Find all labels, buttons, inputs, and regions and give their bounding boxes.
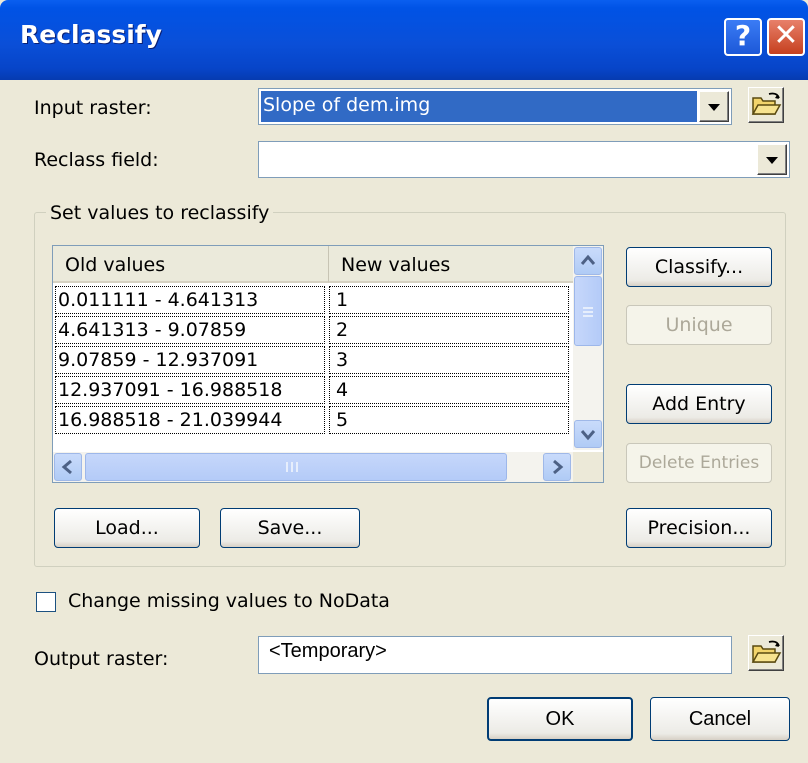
open-folder-icon <box>751 640 782 663</box>
column-header-old[interactable]: Old values <box>53 246 329 283</box>
classify-button[interactable]: Classify... <box>626 247 772 287</box>
scroll-corner <box>573 452 603 482</box>
scroll-down-button[interactable] <box>574 420 602 448</box>
output-raster-label: Output raster: <box>34 648 169 670</box>
load-button[interactable]: Load... <box>54 508 200 548</box>
output-raster-input[interactable]: <Temporary> <box>258 636 732 674</box>
reclass-table[interactable]: Old values New values 0.011111 - 4.64131… <box>52 245 604 483</box>
add-entry-button[interactable]: Add Entry <box>626 384 772 424</box>
input-raster-label: Input raster: <box>34 97 152 119</box>
reclass-field-label: Reclass field: <box>34 149 159 171</box>
vertical-scrollbar[interactable] <box>573 246 603 450</box>
new-value-cell[interactable]: 3 <box>329 346 569 374</box>
column-header-new[interactable]: New values <box>329 246 573 283</box>
new-value-cell[interactable]: 5 <box>329 406 569 434</box>
open-folder-icon <box>751 92 782 115</box>
precision-button[interactable]: Precision... <box>626 508 772 548</box>
close-icon[interactable]: ✕ <box>767 18 805 56</box>
window-title: Reclassify <box>20 20 162 49</box>
group-label: Set values to reclassify <box>46 202 274 224</box>
table-row[interactable]: 0.011111 - 4.641313 1 <box>53 285 573 315</box>
unique-button[interactable]: Unique <box>626 305 772 345</box>
old-value-cell[interactable]: 9.07859 - 12.937091 <box>55 346 325 374</box>
delete-entries-button[interactable]: Delete Entries <box>626 443 772 483</box>
horizontal-scrollbar[interactable] <box>53 452 573 482</box>
table-row[interactable]: 9.07859 - 12.937091 3 <box>53 345 573 375</box>
save-button[interactable]: Save... <box>220 508 360 548</box>
chevron-right-icon <box>553 459 564 475</box>
scroll-right-button[interactable] <box>543 453 571 481</box>
old-value-cell[interactable]: 0.011111 - 4.641313 <box>55 286 325 314</box>
missing-nodata-checkbox[interactable] <box>36 592 56 612</box>
table-row[interactable]: 16.988518 - 21.039944 5 <box>53 405 573 435</box>
cancel-button[interactable]: Cancel <box>650 697 790 741</box>
vertical-scroll-thumb[interactable] <box>574 276 602 346</box>
chevron-down-icon[interactable] <box>699 91 729 122</box>
table-row[interactable]: 4.641313 - 9.07859 2 <box>53 315 573 345</box>
output-raster-value: <Temporary> <box>269 640 387 662</box>
reclass-field-combo[interactable] <box>258 141 790 178</box>
old-value-cell[interactable]: 4.641313 - 9.07859 <box>55 316 325 344</box>
missing-nodata-label: Change missing values to NoData <box>68 590 390 612</box>
scroll-left-button[interactable] <box>54 453 82 481</box>
scroll-up-button[interactable] <box>574 247 602 275</box>
new-value-cell[interactable]: 2 <box>329 316 569 344</box>
help-icon[interactable]: ? <box>724 18 762 56</box>
input-folder-button[interactable] <box>748 87 784 123</box>
ok-button[interactable]: OK <box>487 697 633 741</box>
input-raster-value: Slope of dem.img <box>261 91 697 122</box>
chevron-up-icon <box>580 254 596 265</box>
chevron-down-icon[interactable] <box>757 144 787 175</box>
new-value-cell[interactable]: 1 <box>329 286 569 314</box>
old-value-cell[interactable]: 16.988518 - 21.039944 <box>55 406 325 434</box>
table-row[interactable]: 12.937091 - 16.988518 4 <box>53 375 573 405</box>
old-value-cell[interactable]: 12.937091 - 16.988518 <box>55 376 325 404</box>
horizontal-scroll-thumb[interactable] <box>85 453 507 481</box>
input-raster-combo[interactable]: Slope of dem.img <box>258 88 732 125</box>
chevron-down-icon <box>580 430 596 441</box>
output-folder-button[interactable] <box>748 635 784 671</box>
chevron-left-icon <box>61 459 72 475</box>
new-value-cell[interactable]: 4 <box>329 376 569 404</box>
